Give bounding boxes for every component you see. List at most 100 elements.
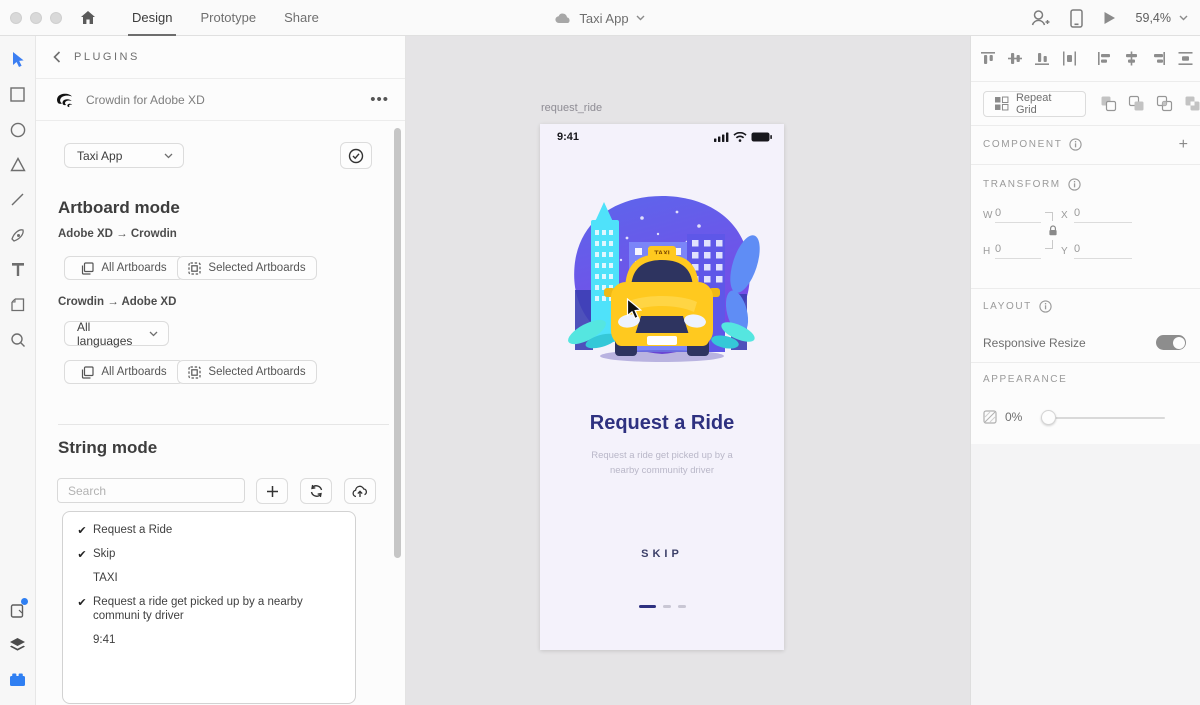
- all-artboards-button[interactable]: All Artboards: [64, 256, 184, 280]
- invite-user-icon[interactable]: [1030, 9, 1050, 27]
- string-text: 9:41: [93, 634, 116, 646]
- assets-panel-icon[interactable]: [0, 592, 36, 627]
- close-window-icon[interactable]: [10, 11, 22, 24]
- align-top-icon[interactable]: [980, 50, 997, 67]
- mode-tabs: Design Prototype Share: [118, 0, 333, 36]
- refresh-icon: [310, 484, 322, 498]
- design-canvas[interactable]: request_ride 9:41 Request a Ride Request…: [406, 36, 970, 705]
- string-row[interactable]: ✔ Request a Ride: [63, 518, 355, 542]
- string-text: Skip: [93, 548, 116, 560]
- stacked-artboards-icon: [82, 261, 94, 275]
- artboard-tool[interactable]: [0, 287, 36, 322]
- tab-prototype[interactable]: Prototype: [186, 0, 270, 36]
- distribute-horizontal-icon[interactable]: [1061, 50, 1078, 67]
- all-artboards-label: All Artboards: [101, 366, 167, 378]
- zoom-level: 59,4%: [1135, 11, 1171, 25]
- layers-panel-icon[interactable]: [0, 627, 36, 662]
- responsive-resize-toggle[interactable]: [1156, 335, 1186, 350]
- select-tool[interactable]: [0, 42, 36, 77]
- boolean-subtract-icon[interactable]: [1128, 95, 1145, 112]
- y-field[interactable]: 0: [1074, 243, 1132, 259]
- confirm-project-button[interactable]: [340, 142, 372, 169]
- plugin-menu-icon[interactable]: •••: [370, 92, 389, 107]
- polygon-tool[interactable]: [0, 147, 36, 182]
- align-center-icon[interactable]: [1123, 50, 1140, 67]
- cellular-signal-icon: [714, 132, 729, 142]
- text-tool[interactable]: [0, 252, 36, 287]
- string-row[interactable]: 9:41: [63, 628, 355, 652]
- onboarding-title: Request a Ride: [589, 412, 735, 434]
- width-field[interactable]: 0: [995, 207, 1041, 223]
- info-icon[interactable]: [1039, 300, 1052, 313]
- add-component-button[interactable]: +: [1179, 137, 1188, 153]
- play-preview-icon[interactable]: [1103, 11, 1116, 25]
- panel-scrollbar[interactable]: [394, 128, 401, 558]
- artboard-name[interactable]: request_ride: [541, 102, 602, 114]
- align-left-icon[interactable]: [1096, 50, 1113, 67]
- languages-select[interactable]: All languages: [64, 319, 169, 348]
- page-dot: [677, 605, 686, 608]
- check-circle-icon: [348, 148, 364, 163]
- appearance-title: APPEARANCE: [983, 374, 1068, 385]
- rectangle-tool[interactable]: [0, 77, 36, 112]
- boolean-exclude-icon[interactable]: [1184, 95, 1200, 112]
- artboard-request-ride[interactable]: 9:41 Request a Ride Request a ride get p…: [540, 124, 784, 650]
- subtitle-line-1: Request a ride get picked up by a: [591, 450, 733, 461]
- selected-artboards-button-2[interactable]: Selected Artboards: [177, 360, 317, 384]
- search-input[interactable]: [57, 478, 245, 503]
- device-preview-icon[interactable]: [1069, 8, 1083, 28]
- sync-strings-button[interactable]: [300, 478, 332, 504]
- artboard-mode-title: Artboard mode: [58, 198, 180, 217]
- back-chevron-icon[interactable]: [53, 51, 61, 63]
- distribute-vertical-icon[interactable]: [1177, 50, 1194, 67]
- phone-status-bar: 9:41: [540, 124, 784, 148]
- height-field[interactable]: 0: [995, 243, 1041, 259]
- lock-icon[interactable]: [1048, 225, 1058, 236]
- all-artboards-button-2[interactable]: All Artboards: [64, 360, 184, 384]
- pen-tool[interactable]: [0, 217, 36, 252]
- minimize-window-icon[interactable]: [30, 11, 42, 24]
- zoom-tool[interactable]: [0, 322, 36, 357]
- zoom-window-icon[interactable]: [50, 11, 62, 24]
- tab-design[interactable]: Design: [118, 0, 186, 36]
- selected-artboards-button[interactable]: Selected Artboards: [177, 256, 317, 280]
- wifi-icon: [733, 132, 747, 142]
- tab-share[interactable]: Share: [270, 0, 333, 36]
- line-tool[interactable]: [0, 182, 36, 217]
- skip-button[interactable]: SKIP: [540, 548, 784, 560]
- align-bottom-icon[interactable]: [1034, 50, 1051, 67]
- xd-to-crowdin-label: Adobe XD → Crowdin: [58, 228, 177, 240]
- repeat-grid-icon: [994, 96, 1009, 111]
- zoom-control[interactable]: 59,4%: [1136, 11, 1188, 25]
- opacity-icon: [983, 410, 997, 424]
- home-icon[interactable]: [80, 10, 96, 25]
- opacity-slider-track[interactable]: [1047, 417, 1165, 419]
- align-right-icon[interactable]: [1150, 50, 1167, 67]
- string-row[interactable]: ✔ Request a ride get picked up by a near…: [63, 590, 355, 628]
- boolean-add-icon[interactable]: [1100, 95, 1117, 112]
- crowdin-logo-icon: [57, 93, 73, 108]
- selection-artboard-icon: [188, 261, 202, 275]
- ellipse-tool[interactable]: [0, 112, 36, 147]
- page-dot: [662, 605, 671, 608]
- info-icon[interactable]: [1069, 138, 1083, 151]
- opacity-slider-knob[interactable]: [1041, 410, 1056, 425]
- info-icon[interactable]: [1068, 178, 1081, 191]
- string-text: Request a Ride: [93, 524, 173, 536]
- languages-select-value: All languages: [77, 319, 133, 348]
- upload-strings-button[interactable]: [344, 478, 376, 504]
- plugins-panel-icon[interactable]: [0, 662, 36, 697]
- responsive-resize-label: Responsive Resize: [983, 336, 1086, 350]
- chevron-down-icon: [1179, 15, 1188, 21]
- window-controls[interactable]: [10, 11, 62, 24]
- opacity-value[interactable]: 0%: [1005, 410, 1022, 424]
- string-row[interactable]: TAXI: [63, 566, 355, 590]
- string-row[interactable]: ✔ Skip: [63, 542, 355, 566]
- repeat-grid-button[interactable]: Repeat Grid: [983, 90, 1086, 117]
- project-select[interactable]: Taxi App: [64, 143, 184, 168]
- x-field[interactable]: 0: [1074, 207, 1132, 223]
- boolean-intersect-icon[interactable]: [1156, 95, 1173, 112]
- component-section-header: COMPONENT: [983, 138, 1083, 151]
- align-middle-icon[interactable]: [1007, 50, 1024, 67]
- add-string-button[interactable]: [256, 478, 288, 504]
